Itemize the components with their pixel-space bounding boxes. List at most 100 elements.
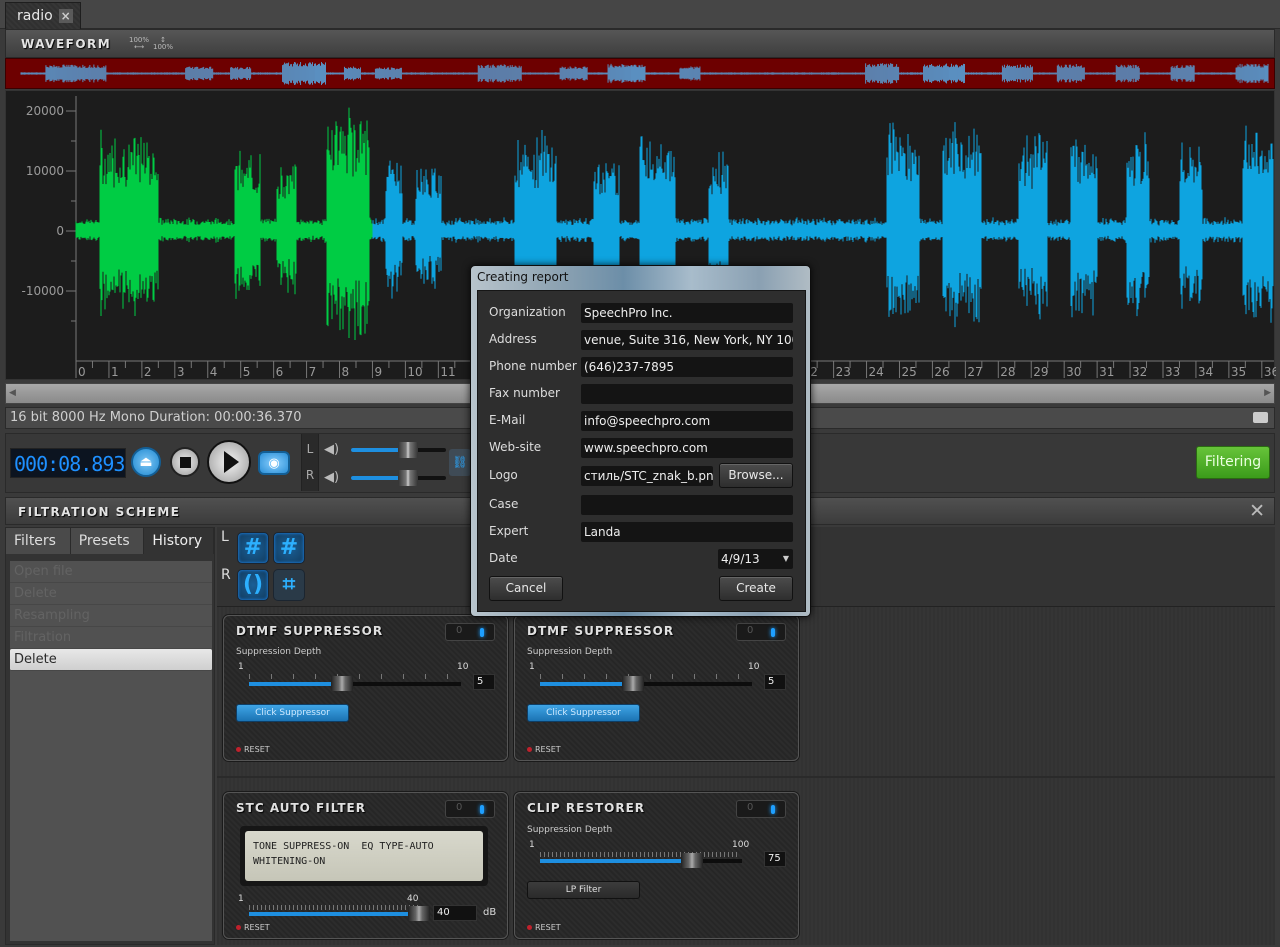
scroll-right-icon[interactable]: ▶ — [1264, 388, 1271, 398]
waveform-header: WAVEFORM 100% ⟷ ↕ 100% — [5, 29, 1275, 58]
address-input[interactable]: venue, Suite 316, New York, NY 10017 — [581, 330, 793, 350]
volume-thumb-left[interactable] — [398, 442, 418, 458]
slider-ticks — [249, 905, 419, 910]
field-label: Web-site — [489, 440, 542, 454]
power-toggle[interactable]: 0 — [736, 800, 786, 818]
value-box[interactable]: 5 — [473, 674, 495, 690]
value-box[interactable]: 5 — [764, 674, 786, 690]
close-icon[interactable]: × — [58, 9, 73, 23]
link-channels-button[interactable]: ⛓ — [449, 449, 471, 476]
history-item[interactable]: Resampling — [10, 605, 212, 627]
power-toggle[interactable]: 0 — [445, 623, 495, 641]
param-label: Suppression Depth — [236, 647, 322, 657]
comment-icon[interactable] — [1253, 412, 1268, 423]
zoom-horizontal-icon[interactable]: 100% ⟷ — [129, 37, 149, 51]
filter-card-clip-restorer: CLIP RESTORER 0 Suppression Depth 1 100 … — [514, 792, 799, 939]
field-label: Phone number — [489, 359, 577, 373]
reset-button[interactable]: RESET — [236, 923, 270, 932]
volume-thumb-right[interactable] — [398, 470, 418, 486]
x-tick-label: 2 — [144, 365, 152, 379]
history-item-selected[interactable]: Delete — [10, 649, 212, 671]
filtering-button[interactable]: Filtering — [1196, 446, 1270, 479]
speaker-right-icon[interactable]: ◀) — [324, 470, 339, 485]
x-tick-label: 10 — [407, 365, 422, 379]
x-tick-label: 3 — [177, 365, 185, 379]
suppression-depth-slider[interactable] — [540, 853, 742, 868]
browse-button[interactable]: Browse... — [719, 463, 793, 488]
threshold-slider[interactable] — [249, 906, 430, 921]
tab-radio[interactable]: radio × — [5, 2, 81, 29]
slider-thumb[interactable] — [622, 676, 645, 691]
email-input[interactable]: info@speechpro.com — [581, 411, 793, 431]
export-button[interactable]: ⏏ — [131, 447, 161, 477]
x-tick-label: 32 — [1132, 365, 1147, 379]
play-button[interactable] — [207, 440, 251, 484]
reset-button[interactable]: RESET — [527, 923, 561, 932]
reset-button[interactable]: RESET — [236, 745, 270, 754]
dtmf-filter-left-2-icon[interactable]: # — [273, 532, 305, 564]
card-title: DTMF SUPPRESSOR — [527, 624, 675, 638]
slider-thumb[interactable] — [331, 676, 354, 691]
scroll-left-icon[interactable]: ◀ — [9, 388, 16, 398]
field-label: Logo — [489, 468, 518, 482]
lp-filter-button[interactable]: LP Filter — [527, 881, 640, 899]
export-icon: ⏏ — [139, 454, 153, 470]
slider-min: 1 — [238, 662, 244, 672]
create-button[interactable]: Create — [719, 576, 793, 601]
phone-input[interactable]: (646)237-7895 — [581, 357, 793, 377]
power-toggle[interactable]: 0 — [445, 800, 495, 818]
slider-ticks — [540, 674, 750, 679]
channel-labels: L R — [301, 434, 319, 491]
reset-button[interactable]: RESET — [527, 745, 561, 754]
value-box[interactable]: 75 — [764, 851, 786, 867]
field-label: Fax number — [489, 386, 560, 400]
suppression-depth-slider[interactable] — [249, 676, 461, 691]
row-separator — [217, 776, 1275, 778]
close-panel-icon[interactable]: ✕ — [1249, 500, 1265, 522]
tab-presets[interactable]: Presets — [70, 528, 145, 554]
date-picker[interactable]: 4/9/13 ▼ — [718, 549, 793, 569]
click-suppressor-button[interactable]: Click Suppressor — [527, 704, 640, 722]
logo-path-input[interactable]: стиль/STC_znak_b.png — [581, 466, 713, 486]
dtmf-filter-left-icon[interactable]: # — [237, 532, 269, 564]
stc-auto-filter-icon[interactable]: () — [237, 569, 269, 601]
fax-input[interactable] — [581, 384, 793, 404]
x-tick-label: 31 — [1099, 365, 1114, 379]
chain-right-label: R — [221, 567, 231, 583]
slider-fill — [540, 859, 692, 863]
speaker-left-icon[interactable]: ◀) — [324, 442, 339, 457]
expert-input[interactable]: Landa — [581, 522, 793, 542]
volume-slider-right[interactable] — [351, 470, 446, 486]
y-tick-label: -10000 — [21, 284, 64, 298]
tab-filters[interactable]: Filters — [6, 528, 71, 554]
field-fax: Fax number — [489, 384, 799, 404]
stop-button[interactable] — [170, 447, 200, 477]
param-label: Suppression Depth — [527, 825, 613, 835]
slider-thumb[interactable] — [408, 906, 430, 921]
suppression-depth-slider[interactable] — [540, 676, 752, 691]
slider-max: 10 — [457, 662, 469, 672]
volume-slider-left[interactable] — [351, 442, 446, 458]
tab-history[interactable]: History — [144, 528, 215, 554]
website-input[interactable]: www.speechpro.com — [581, 438, 793, 458]
cancel-button[interactable]: Cancel — [489, 576, 563, 601]
clip-restorer-icon[interactable]: ⌗ — [273, 569, 305, 601]
history-item[interactable]: Delete — [10, 583, 212, 605]
card-title: STC AUTO FILTER — [236, 801, 366, 815]
view-toggle-button[interactable]: ◉ — [258, 451, 290, 475]
click-suppressor-button[interactable]: Click Suppressor — [236, 704, 349, 722]
case-input[interactable] — [581, 495, 793, 515]
slider-thumb[interactable] — [680, 853, 703, 868]
slider-min: 1 — [529, 662, 535, 672]
x-tick-label: 26 — [934, 365, 949, 379]
y-tick-label: 10000 — [26, 164, 64, 178]
field-expert: Expert Landa — [489, 522, 799, 542]
history-item[interactable]: Open file — [10, 561, 212, 583]
history-item[interactable]: Filtration — [10, 627, 212, 649]
organization-input[interactable]: SpeechPro Inc. — [581, 303, 793, 323]
power-toggle[interactable]: 0 — [736, 623, 786, 641]
slider-max: 10 — [748, 662, 760, 672]
waveform-overview[interactable] — [5, 58, 1275, 89]
zoom-vertical-icon[interactable]: ↕ 100% — [153, 37, 173, 51]
value-box[interactable]: 40 — [433, 905, 477, 921]
